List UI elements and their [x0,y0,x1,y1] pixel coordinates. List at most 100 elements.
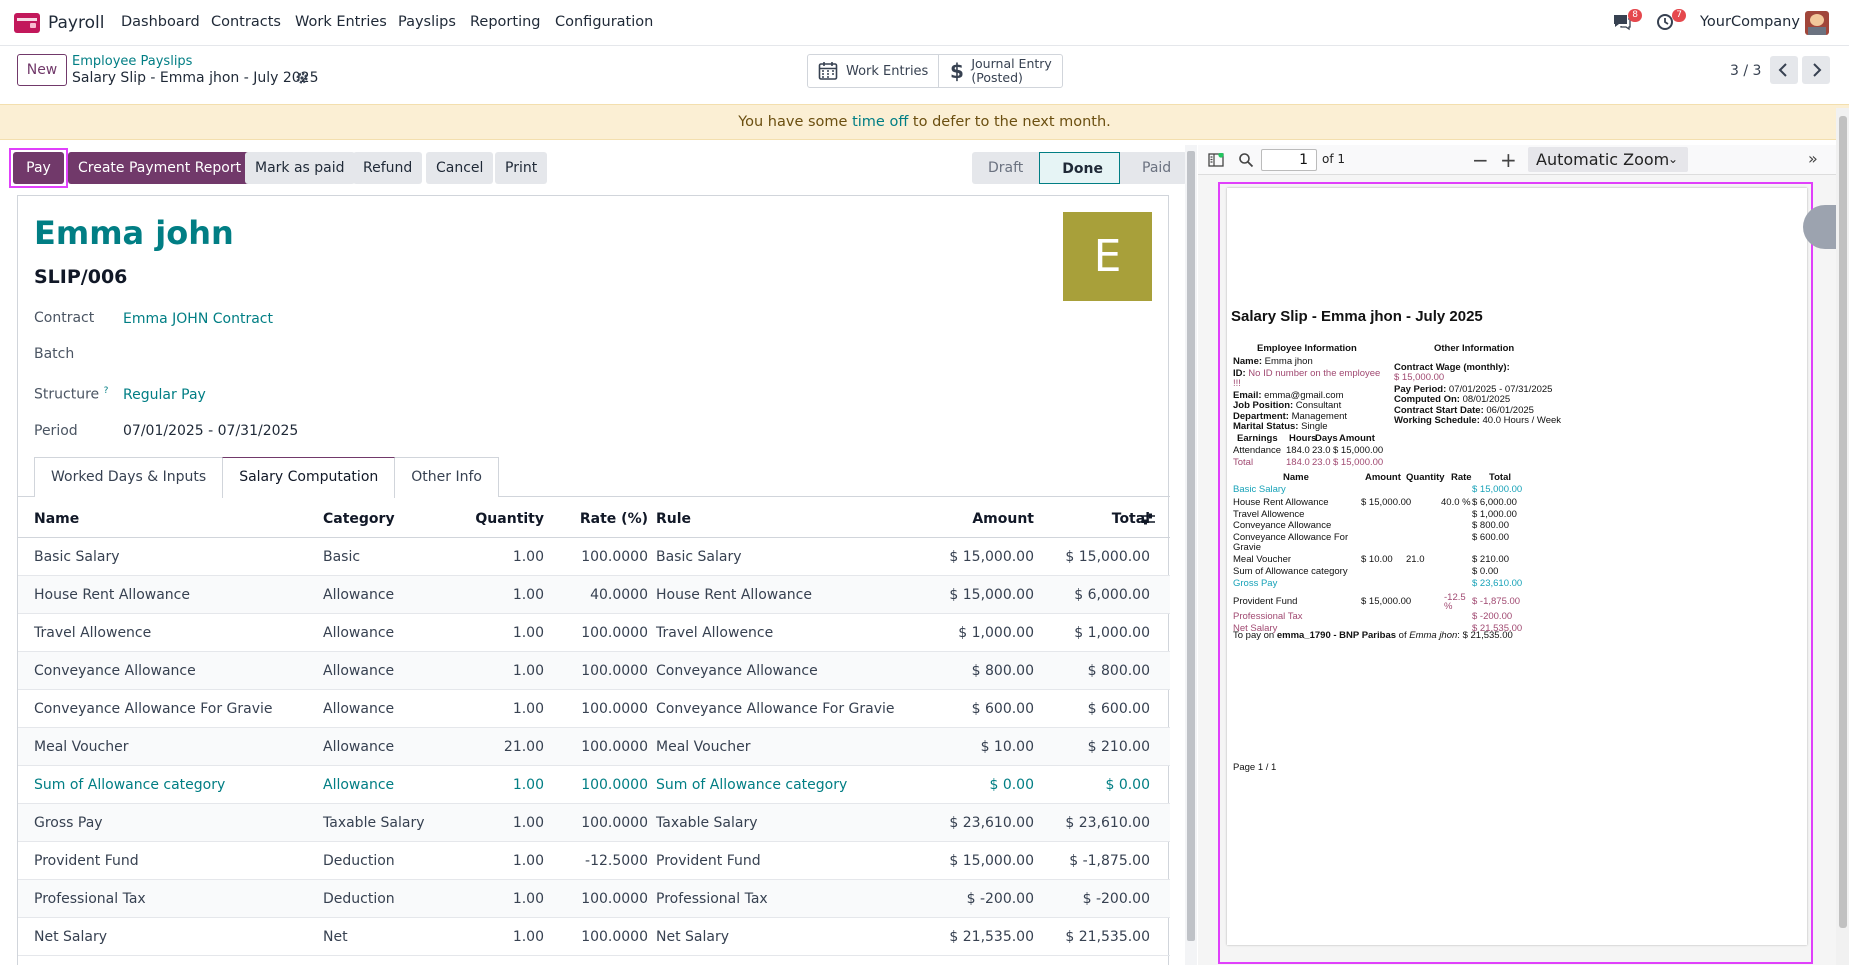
menu-configuration[interactable]: Configuration [555,14,653,30]
cell-rate[interactable]: 100.0000 [548,652,648,690]
journal-entry-smart-button[interactable]: $ Journal Entry (Posted) [938,55,1061,87]
cell-amount[interactable]: $ 21,535.00 [898,918,1034,956]
pay-button[interactable]: Pay [13,152,64,184]
cell-quantity[interactable]: 1.00 [438,652,544,690]
pager-value[interactable]: 3 / 3 [1730,63,1761,79]
cell-name[interactable]: House Rent Allowance [34,576,190,614]
tab-other-info[interactable]: Other Info [394,457,499,497]
cell-rate[interactable]: 100.0000 [548,614,648,652]
cell-rate[interactable]: -12.5000 [548,842,648,880]
cell-rate[interactable]: 40.0000 [548,576,648,614]
cell-rate[interactable]: 100.0000 [548,918,648,956]
cell-total[interactable]: $ 6,000.00 [1038,576,1150,614]
cell-category[interactable]: Allowance [323,652,394,690]
cell-rule[interactable]: Net Salary [656,918,729,956]
cell-amount[interactable]: $ -200.00 [898,880,1034,918]
cell-rule[interactable]: Professional Tax [656,880,768,918]
employee-name[interactable]: Emma john [34,214,234,252]
col-category-header[interactable]: Category [323,500,395,538]
print-button[interactable]: Print [495,152,548,184]
cell-category[interactable]: Deduction [323,880,395,918]
col-rule-header[interactable]: Rule [656,500,691,538]
cell-name[interactable]: Conveyance Allowance For Gravie [34,690,273,728]
app-name[interactable]: Payroll [48,13,104,33]
cell-total[interactable]: $ 210.00 [1038,728,1150,766]
tab-salary-computation[interactable]: Salary Computation [222,457,396,498]
activity-clock-icon[interactable]: 7 [1656,9,1686,31]
form-scrollbar-thumb[interactable] [1187,151,1195,941]
cell-rate[interactable]: 100.0000 [548,804,648,842]
new-button[interactable]: New [17,54,67,86]
breadcrumb-parent[interactable]: Employee Payslips [72,54,192,69]
cell-name[interactable]: Professional Tax [34,880,146,918]
zoom-in-icon[interactable]: + [1500,148,1517,172]
cell-amount[interactable]: $ 600.00 [898,690,1034,728]
col-amount-header[interactable]: Amount [898,500,1034,538]
cell-rule[interactable]: Provident Fund [656,842,761,880]
cell-name[interactable]: Provident Fund [34,842,139,880]
cell-category[interactable]: Net [323,918,348,956]
period-field[interactable]: 07/01/2025 - 07/31/2025 [123,423,298,439]
form-scrollbar[interactable] [1185,145,1197,965]
cell-amount[interactable]: $ 10.00 [898,728,1034,766]
search-icon[interactable] [1238,152,1254,168]
cell-quantity[interactable]: 1.00 [438,690,544,728]
table-row[interactable]: Sum of Allowance category Allowance 1.00 10… [18,766,1170,804]
payslip-reference[interactable]: SLIP/006 [34,266,127,288]
cell-total[interactable]: $ 1,000.00 [1038,614,1150,652]
cell-name[interactable]: Conveyance Allowance [34,652,196,690]
table-row[interactable]: Conveyance Allowance For Gravie Allowance… [18,690,1170,728]
cell-name[interactable]: Basic Salary [34,538,120,576]
pager-previous-button[interactable] [1770,56,1798,84]
cell-total[interactable]: $ 0.00 [1038,766,1150,804]
page-scrollbar-thumb[interactable] [1839,116,1847,928]
cell-total[interactable]: $ 600.00 [1038,690,1150,728]
cell-total[interactable]: $ 23,610.00 [1038,804,1150,842]
cell-name[interactable]: Net Salary [34,918,107,956]
cell-quantity[interactable]: 1.00 [438,538,544,576]
cell-rule[interactable]: Conveyance Allowance [656,652,818,690]
cell-category[interactable]: Allowance [323,690,394,728]
cell-category[interactable]: Taxable Salary [323,804,425,842]
cell-name[interactable]: Travel Allowence [34,614,151,652]
cell-quantity[interactable]: 1.00 [438,842,544,880]
cell-amount[interactable]: $ 15,000.00 [898,842,1034,880]
cell-rule[interactable]: Sum of Allowance category [656,766,847,804]
cell-rule[interactable]: Conveyance Allowance For Gravie [656,690,895,728]
cell-amount[interactable]: $ 800.00 [898,652,1034,690]
cell-name[interactable]: Meal Voucher [34,728,128,766]
cell-quantity[interactable]: 1.00 [438,804,544,842]
zoom-select[interactable]: Automatic Zoom ⌄ [1528,147,1688,172]
chat-icon[interactable]: 8 [1612,9,1642,31]
sidebar-toggle-icon[interactable] [1208,152,1224,167]
cell-quantity[interactable]: 21.00 [438,728,544,766]
contract-field[interactable]: Emma JOHN Contract [123,311,273,327]
cell-rule[interactable]: House Rent Allowance [656,576,812,614]
col-total-header[interactable]: Total [1038,500,1150,538]
cell-rate[interactable]: 100.0000 [548,728,648,766]
cell-rule[interactable]: Meal Voucher [656,728,750,766]
cell-quantity[interactable]: 1.00 [438,766,544,804]
refund-button[interactable]: Refund [353,152,423,184]
cell-category[interactable]: Allowance [323,576,394,614]
table-row[interactable]: Meal Voucher Allowance 21.00 100.0000 Meal V… [18,728,1170,766]
cell-category[interactable]: Deduction [323,842,395,880]
menu-dashboard[interactable]: Dashboard [121,14,200,30]
company-switcher[interactable]: YourCompany [1700,14,1800,30]
table-row[interactable]: Gross Pay Taxable Salary 1.00 100.0000 Taxab… [18,804,1170,842]
cell-category[interactable]: Allowance [323,766,394,804]
page-scrollbar[interactable] [1836,108,1849,965]
cell-quantity[interactable]: 1.00 [438,576,544,614]
cell-name[interactable]: Gross Pay [34,804,103,842]
cell-rate[interactable]: 100.0000 [548,880,648,918]
menu-payslips[interactable]: Payslips [398,14,456,30]
cell-total[interactable]: $ 15,000.00 [1038,538,1150,576]
structure-field[interactable]: Regular Pay [123,387,206,403]
cell-total[interactable]: $ 800.00 [1038,652,1150,690]
cell-quantity[interactable]: 1.00 [438,614,544,652]
user-avatar[interactable] [1805,11,1829,35]
table-row[interactable]: Professional Tax Deduction 1.00 100.0000 Pro… [18,880,1170,918]
menu-reporting[interactable]: Reporting [470,14,541,30]
page-number-input[interactable]: 1 [1261,149,1317,171]
double-chevron-right-icon[interactable]: » [1808,149,1818,168]
